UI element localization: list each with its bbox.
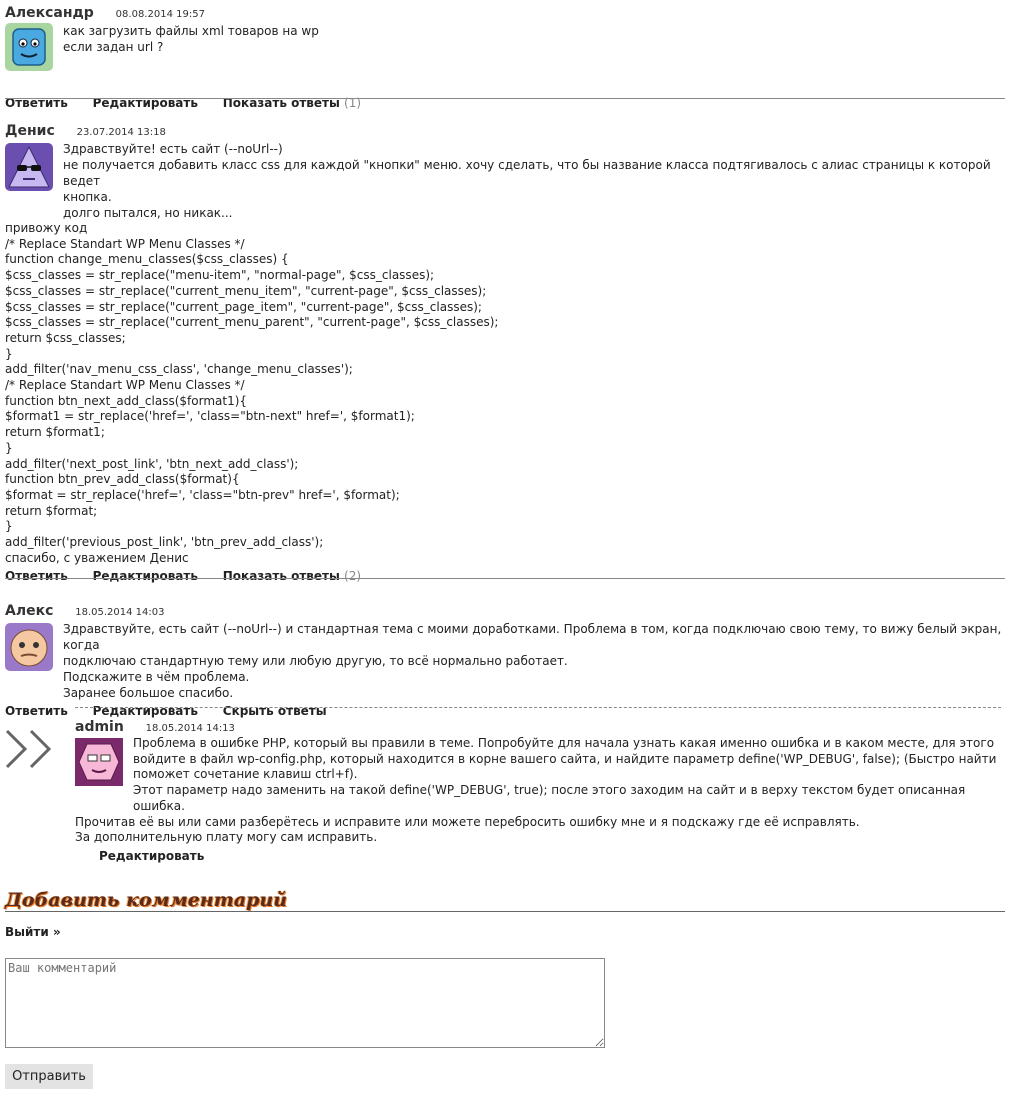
comment-line: не получается добавить класс css для каж…: [63, 158, 991, 188]
reply-button[interactable]: Ответить: [5, 701, 68, 721]
show-replies-button[interactable]: Показать ответы (2): [223, 566, 361, 586]
comment-author: Александр: [5, 5, 94, 21]
comment-line: /* Replace Standart WP Menu Classes */: [5, 236, 245, 251]
comment-line: $css_classes = str_replace("current_menu…: [5, 283, 487, 298]
comment-line: return $css_classes;: [5, 330, 126, 345]
comment-line: add_filter('previous_post_link', 'btn_pr…: [5, 535, 324, 550]
avatar: [5, 623, 53, 671]
comment-line: кнопка.: [63, 190, 112, 204]
comment-line: Заранее большое спасибо.: [63, 686, 234, 700]
comment: Александр 08.08.2014 19:57 как загрузить…: [0, 3, 1030, 113]
comment-line: }: [5, 519, 13, 534]
reply-button[interactable]: Ответить: [5, 566, 68, 586]
reply-arrow-icon: [5, 729, 55, 772]
reply-author: admin: [75, 719, 124, 735]
show-replies-label: Показать ответы: [222, 569, 340, 584]
logout-link[interactable]: Выйти »: [5, 925, 61, 939]
reply-line: За дополнительную плату могу сам исправи…: [75, 830, 378, 845]
reply-line: войдите в файл wp-config.php, который на…: [133, 751, 997, 766]
comment-line: долго пытался, но никак...: [63, 206, 233, 220]
edit-button[interactable]: Редактировать: [93, 93, 198, 113]
comment-line: return $format;: [5, 503, 98, 518]
comment: Денис 23.07.2014 13:18 Здравствуйте! ест…: [0, 121, 1030, 586]
comment-code: привожу код/* Replace Standart WP Menu C…: [5, 221, 1005, 566]
comment-author: Алекс: [5, 603, 54, 619]
divider: [5, 98, 1005, 99]
show-replies-button[interactable]: Показать ответы (1): [223, 93, 361, 113]
reply-line: Проблема в ошибке PHP, который вы правил…: [133, 736, 995, 750]
comment-line: /* Replace Standart WP Menu Classes */: [5, 378, 245, 393]
reply-line: поможет сочетание клавиш ctrl+f).: [133, 767, 358, 782]
comment-line: $format = str_replace('href=', 'class="b…: [5, 487, 400, 502]
comment-line: }: [5, 440, 13, 455]
comment-line: $css_classes = str_replace("menu-item", …: [5, 268, 435, 283]
comment-line: $format1 = str_replace('href=', 'class="…: [5, 409, 415, 424]
comment-line: add_filter('nav_menu_css_class', 'change…: [5, 362, 353, 377]
submit-button[interactable]: Отправить: [5, 1064, 93, 1089]
reply-divider: [75, 707, 1001, 708]
comment-line: $css_classes = str_replace("current_menu…: [5, 315, 499, 330]
comment-line: function btn_prev_add_class($format){: [5, 472, 240, 487]
divider: [5, 911, 1005, 912]
comment: Алекс 18.05.2014 14:03 Здравствуйте, ест…: [0, 601, 1030, 721]
reply-count: (2): [344, 569, 362, 584]
comment-line: return $format1;: [5, 425, 105, 440]
edit-button[interactable]: Редактировать: [99, 846, 204, 866]
reply-line: Этот параметр надо заменить на такой def…: [133, 783, 966, 813]
reply-button[interactable]: Ответить: [5, 93, 68, 113]
comment-line: подключаю стандартную тему или любую дру…: [63, 654, 568, 668]
reply-date: 18.05.2014 14:13: [145, 723, 235, 734]
divider: [5, 578, 1005, 579]
comment-line: как загрузить файлы xml товаров на wp: [63, 24, 319, 38]
comment-date: 08.08.2014 19:57: [115, 9, 205, 20]
comment-line: если задан url ?: [63, 40, 164, 54]
comment-line: Здравствуйте! есть сайт (--noUrl--): [63, 142, 283, 156]
avatar: [75, 738, 123, 786]
comment-line: function btn_next_add_class($format1){: [5, 393, 248, 408]
comment-line: спасибо, с уважением Денис: [5, 550, 189, 565]
edit-button[interactable]: Редактировать: [93, 566, 198, 586]
comment-line: }: [5, 346, 13, 361]
comment-line: $css_classes = str_replace("current_page…: [5, 299, 482, 314]
comment-date: 23.07.2014 13:18: [76, 127, 166, 138]
comment-line: function change_menu_classes($css_classe…: [5, 252, 289, 267]
comment-line: add_filter('next_post_link', 'btn_next_a…: [5, 456, 299, 471]
comment-input[interactable]: [5, 958, 605, 1048]
add-comment-title: Добавить комментарий: [5, 889, 288, 911]
reply-line: Прочитав её вы или сами разберётесь и ис…: [75, 814, 860, 829]
avatar: [5, 23, 53, 71]
comment-date: 18.05.2014 14:03: [75, 607, 165, 618]
comment-line: Подскажите в чём проблема.: [63, 670, 250, 684]
comment-line: привожу код: [5, 221, 88, 235]
comment-author: Денис: [5, 123, 55, 139]
avatar: [5, 143, 53, 191]
comment-line: Здравствуйте, есть сайт (--noUrl--) и ст…: [63, 622, 1002, 652]
